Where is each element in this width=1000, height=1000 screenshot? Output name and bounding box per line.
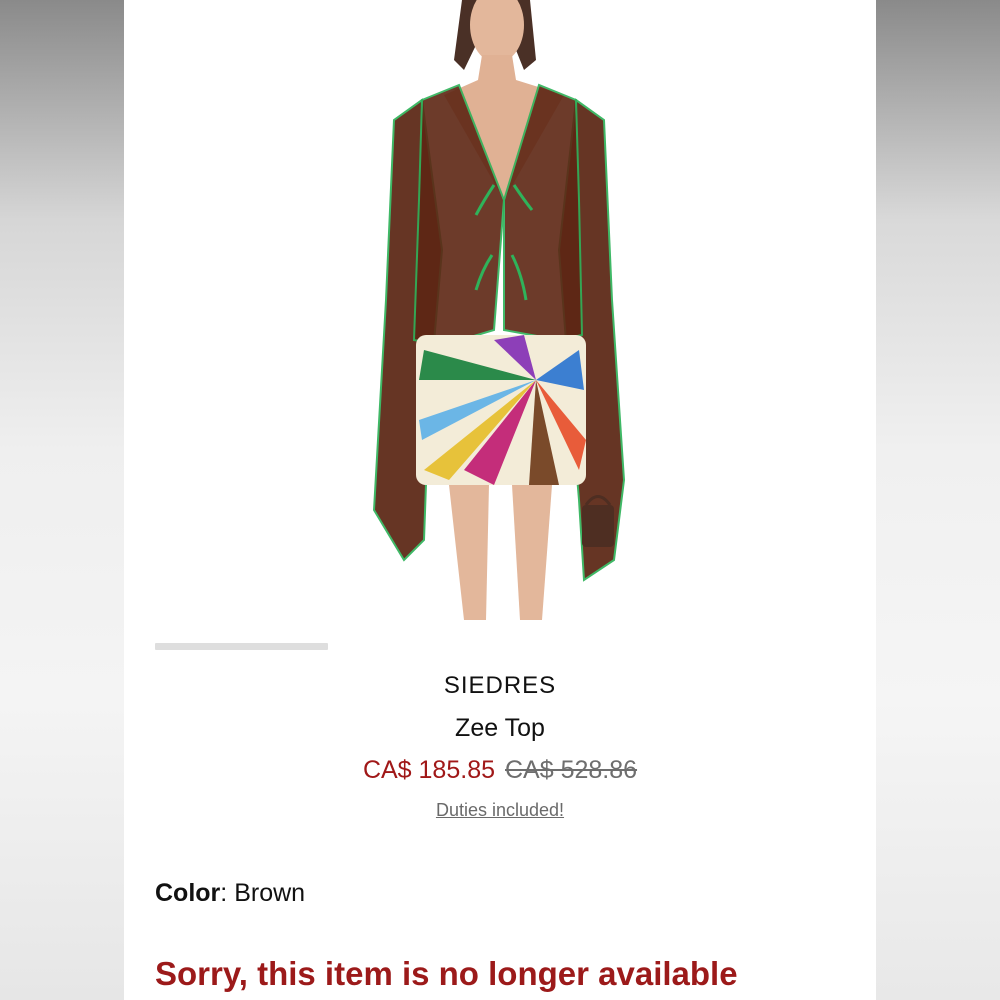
background-right (876, 0, 1000, 1000)
color-selection: Color: Brown (155, 879, 305, 908)
unavailable-message: Sorry, this item is no longer available (155, 955, 738, 992)
duties-included-link[interactable]: Duties included! (124, 800, 876, 821)
color-separator: : (220, 879, 235, 907)
gallery-progress-bar[interactable] (155, 643, 328, 650)
price-row: CA$ 185.85 CA$ 528.86 (124, 756, 876, 785)
brand-name[interactable]: SIEDRES (124, 672, 876, 700)
original-price: CA$ 528.86 (505, 756, 638, 784)
sale-price: CA$ 185.85 (362, 756, 495, 784)
color-value: Brown (234, 879, 306, 907)
product-title: Zee Top (455, 714, 545, 742)
background-left (0, 0, 124, 1000)
product-image[interactable] (364, 0, 634, 620)
color-label: Color (155, 879, 221, 907)
product-page: SIEDRES Zee Top CA$ 185.85 CA$ 528.86 Dut… (124, 0, 876, 1000)
